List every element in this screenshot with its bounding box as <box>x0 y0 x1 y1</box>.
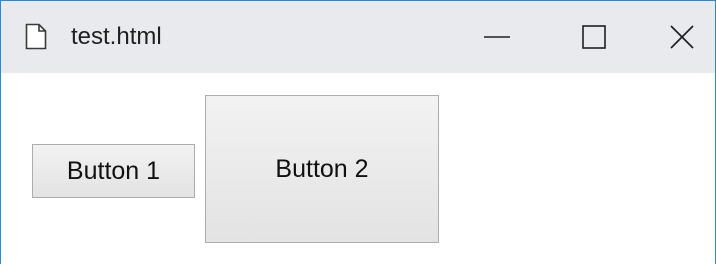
button-1[interactable]: Button 1 <box>32 144 195 198</box>
button-2[interactable]: Button 2 <box>205 95 439 243</box>
browser-window: test.html Button 1 Button 2 <box>0 0 716 265</box>
close-button[interactable] <box>636 1 716 73</box>
minimize-button[interactable] <box>451 1 543 73</box>
page-content: Button 1 Button 2 <box>1 73 715 265</box>
title-bar[interactable]: test.html <box>1 1 715 73</box>
document-icon <box>25 23 47 50</box>
maximize-button[interactable] <box>548 1 640 73</box>
window-title: test.html <box>71 23 162 50</box>
